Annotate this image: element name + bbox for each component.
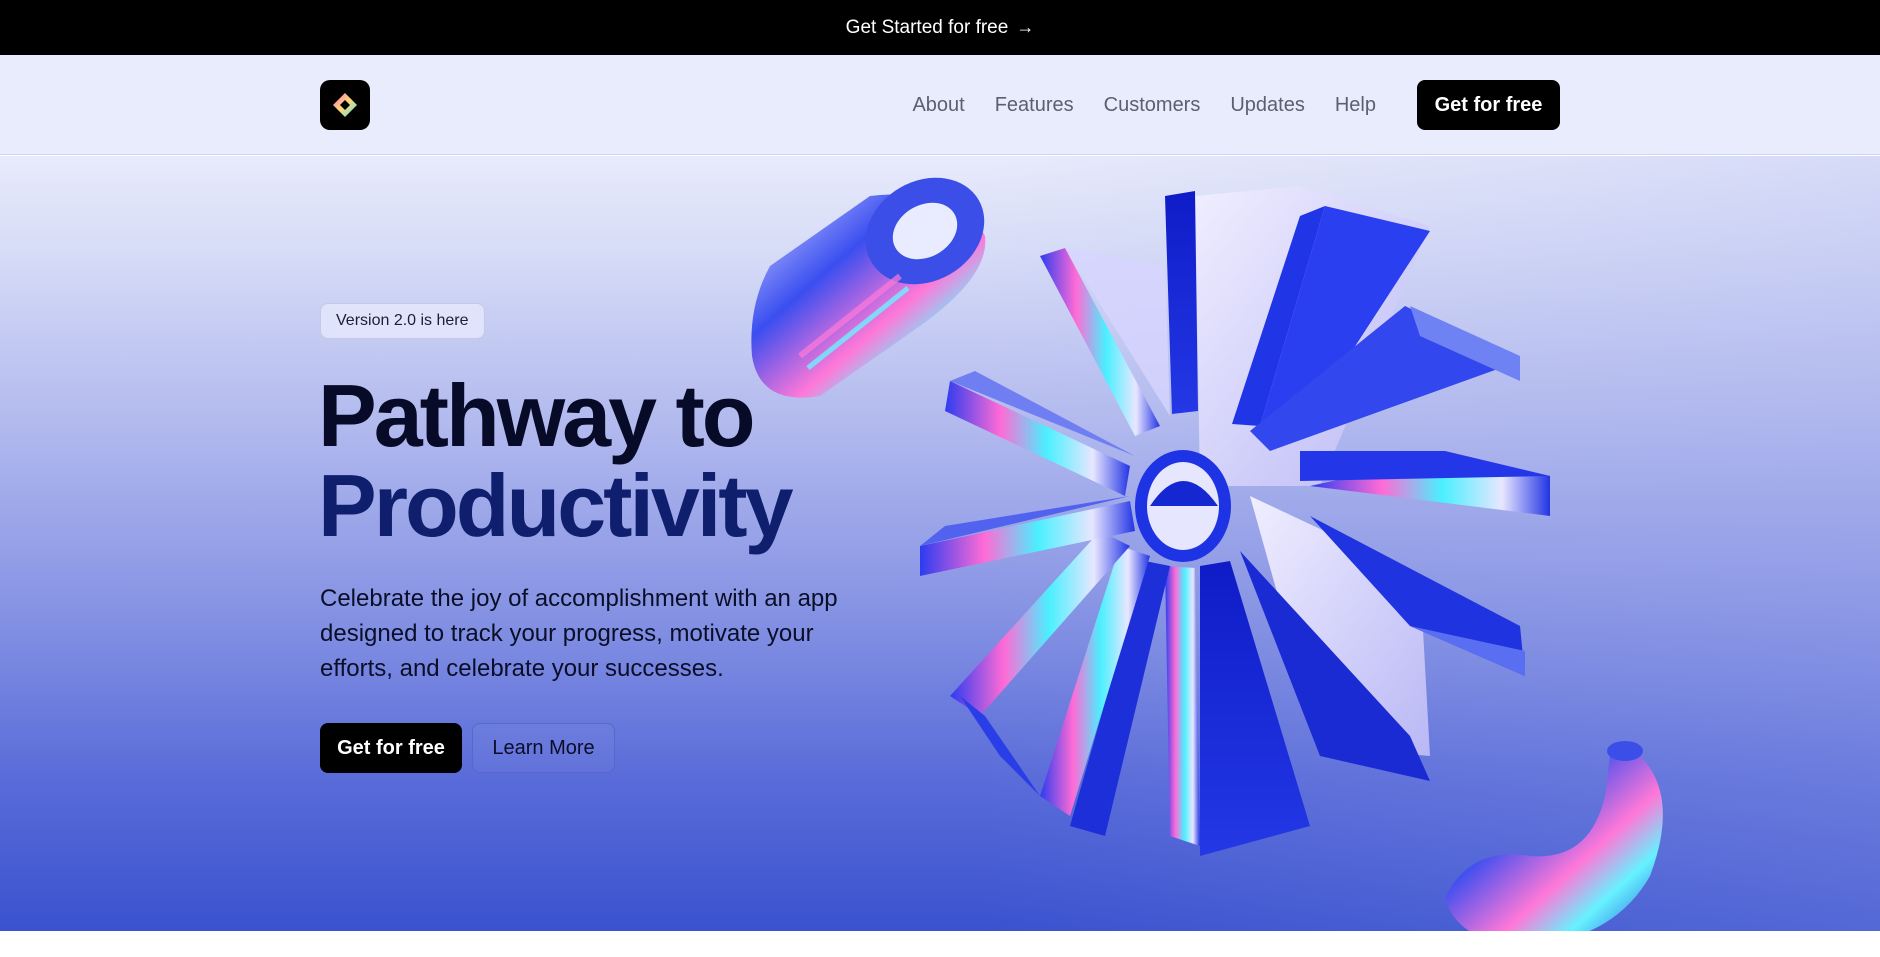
cylinder-shape [751, 177, 986, 398]
announcement-text: Get Started for free [845, 16, 1009, 38]
hero-title-line-1: Pathway to [318, 366, 756, 465]
nav-features[interactable]: Features [995, 94, 1074, 117]
hero-title: Pathway to Productivity [318, 371, 1018, 551]
hero-get-for-free-button[interactable]: Get for free [320, 723, 462, 773]
header-get-for-free-button[interactable]: Get for free [1417, 80, 1560, 130]
main-nav: About Features Customers Updates Help [912, 55, 1376, 155]
nav-about[interactable]: About [912, 94, 964, 117]
hero-subtitle: Celebrate the joy of accomplishment with… [320, 585, 838, 682]
nav-updates[interactable]: Updates [1230, 94, 1305, 117]
arrow-right-icon: → [1016, 17, 1035, 37]
hero-learn-more-button[interactable]: Learn More [472, 723, 615, 773]
announcement-bar[interactable]: Get Started for free → [0, 0, 1880, 55]
site-header: About Features Customers Updates Help Ge… [0, 55, 1880, 155]
version-badge: Version 2.0 is here [320, 303, 485, 339]
nav-customers[interactable]: Customers [1104, 94, 1201, 117]
logo[interactable] [320, 80, 370, 130]
hero-section: Version 2.0 is here Pathway to Productiv… [0, 156, 1880, 931]
hook-shape [1445, 741, 1663, 931]
nav-help[interactable]: Help [1335, 94, 1376, 117]
diamond-logo-icon [333, 93, 357, 117]
hero-title-line-2: Productivity [318, 456, 794, 555]
